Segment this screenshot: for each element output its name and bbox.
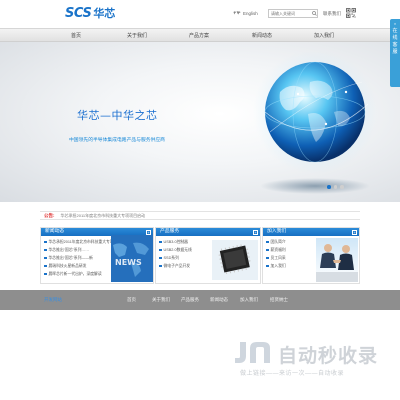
slide-indicators	[327, 185, 344, 189]
handshake-image	[316, 238, 358, 282]
announcement-label: 公告:	[44, 212, 55, 218]
news-item-text: 华芯推出“国芯”系列……	[48, 248, 90, 252]
watermark: 自动秒收录 做上链接——来访一次——自动收录	[228, 336, 388, 382]
hero-banner[interactable]: 华芯—中华之芯 中国领先的半导体集成电路产品与服务供应商	[0, 42, 400, 202]
news-item-text: 晨晖芯片新一代出炉，深度解读	[48, 272, 102, 276]
qr-code-icon[interactable]	[346, 8, 356, 18]
footer-link-products[interactable]: 产品服务	[181, 297, 199, 303]
product-item-text: USB2.0数据无线	[163, 248, 192, 252]
bullet-icon	[266, 256, 269, 260]
products-panel-heading: 产品服务	[160, 229, 180, 234]
footer-link-careers[interactable]: 招贤纳士	[270, 297, 288, 303]
footer-link-home[interactable]: 首页	[127, 297, 136, 303]
product-item-text: USB3.0控制器	[163, 240, 188, 244]
join-item-text: 薪资福利	[270, 248, 286, 252]
news-item-text: 晨瑞科技火星新品研发	[48, 264, 87, 268]
bullet-icon	[159, 240, 162, 244]
product-item-text: 微电子产品开发	[163, 264, 191, 268]
products-more-button[interactable]: +	[253, 229, 258, 235]
news-image-logo: NEWS	[115, 258, 142, 267]
news-panel-heading: 新闻动态	[45, 229, 65, 234]
products-panel-title: 产品服务	[156, 228, 260, 236]
watermark-logo-icon	[235, 342, 270, 363]
bullet-icon	[44, 248, 47, 252]
news-item-text: 华芯推出“国芯”系列——新	[48, 256, 93, 260]
news-item-text: 华芯承担2011年度北京市科技重大专项	[48, 240, 114, 244]
logo-cjk: 华芯	[93, 7, 116, 20]
join-item-text: 加入我们	[270, 264, 286, 268]
online-service-label: 在线客服	[392, 28, 397, 56]
footer-label: 开发网站	[44, 297, 62, 302]
slide-dot-1[interactable]	[327, 185, 331, 189]
news-image: NEWS	[111, 235, 153, 282]
bullet-icon	[159, 264, 162, 268]
nav-item-join[interactable]: 加入我们	[314, 32, 334, 39]
slide-dot-2[interactable]	[333, 185, 337, 189]
contact-link[interactable]: 联系我们	[323, 11, 341, 17]
nav-item-news[interactable]: 新闻动态	[252, 32, 272, 39]
bullet-icon	[159, 248, 162, 252]
online-service-char: 服	[392, 49, 398, 55]
footer-link-about[interactable]: 关于我们	[152, 297, 170, 303]
join-panel-heading: 加入我们	[267, 229, 287, 234]
world-map-icon	[233, 11, 241, 15]
site-logo[interactable]: SCS 华芯	[65, 5, 116, 21]
watermark-text: 自动秒收录	[278, 345, 379, 367]
footer-bar: 开发网站 首页 关于我们 产品服务 新闻动态 加入我们 招贤纳士	[0, 290, 400, 310]
nav-item-home[interactable]: 首页	[71, 32, 81, 39]
bullet-icon	[159, 256, 162, 260]
footer-link-join[interactable]: 加入我们	[240, 297, 258, 303]
search-button[interactable]	[311, 10, 317, 17]
banner-title: 华芯—中华之芯	[77, 109, 158, 122]
header: SCS 华芯 English 联系我们	[0, 0, 400, 28]
nav-item-about[interactable]: 关于我们	[127, 32, 147, 39]
announcement-text[interactable]: 华芯承担2011年度北京市科技重大专项项目启动	[61, 213, 146, 219]
logo-latin: SCS	[65, 5, 92, 21]
search-box	[268, 9, 318, 18]
language-label: English	[243, 10, 258, 16]
language-switch[interactable]: English	[233, 10, 258, 16]
join-panel-title: 加入我们	[263, 228, 359, 236]
online-service-char: 客	[392, 42, 398, 48]
product-item-text: SSD系列	[163, 256, 179, 260]
online-service-char: 在	[392, 28, 398, 34]
main-nav: 首页 关于我们 产品方案 新闻动态 加入我们	[0, 28, 400, 42]
bullet-icon	[44, 264, 47, 268]
bullet-icon	[266, 248, 269, 252]
banner-subtitle: 中国领先的半导体集成电路产品与服务供应商	[69, 138, 165, 143]
slide-dot-3[interactable]	[340, 185, 344, 189]
search-icon	[311, 11, 317, 16]
footer-link-news[interactable]: 新闻动态	[210, 297, 228, 303]
watermark-subtitle: 做上链接——来访一次——自动收录	[240, 371, 345, 377]
news-more-button[interactable]: +	[146, 229, 151, 235]
nav-item-products[interactable]: 产品方案	[189, 32, 209, 39]
search-input[interactable]	[269, 10, 311, 17]
bullet-icon	[266, 264, 269, 268]
join-item-text: 员工风采	[270, 256, 286, 260]
bullet-icon	[44, 272, 47, 276]
online-service-char: 线	[392, 35, 398, 41]
globe-image	[253, 52, 377, 194]
online-service-tab[interactable]: × 在线客服	[390, 19, 400, 87]
bullet-icon	[44, 240, 47, 244]
join-more-button[interactable]: +	[352, 229, 357, 235]
chip-image	[212, 240, 258, 280]
announcement-bar: 公告: 华芯承担2011年度北京市科技重大专项项目启动	[40, 211, 360, 220]
bullet-icon	[44, 256, 47, 260]
bullet-icon	[266, 240, 269, 244]
join-item-text: 团队简介	[270, 240, 286, 244]
close-icon[interactable]: ×	[394, 21, 396, 26]
